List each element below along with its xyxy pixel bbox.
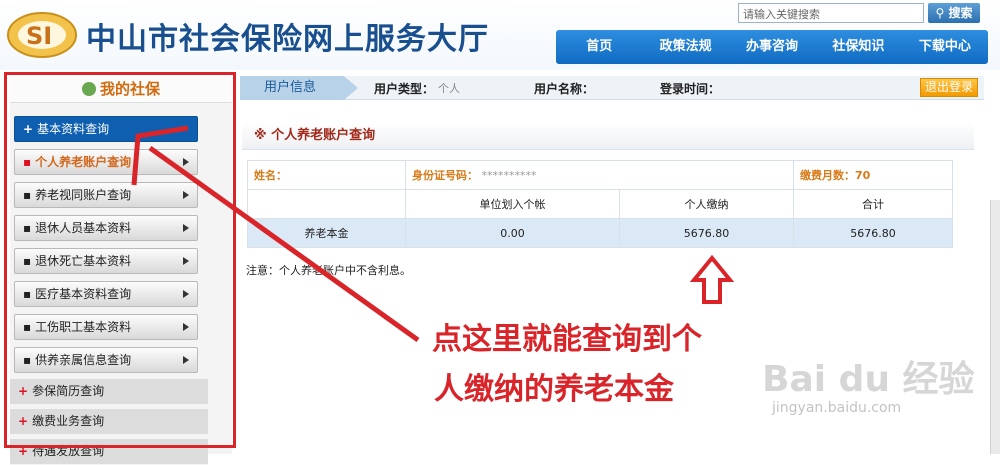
column-header: 个人缴纳 xyxy=(619,189,794,219)
nav-knowledge[interactable]: 社保知识 xyxy=(815,30,901,64)
scrollbar[interactable] xyxy=(990,200,1000,454)
account-note: 注意：个人养老账户中不含利息。 xyxy=(246,264,411,277)
months-cell: 缴费月数：70 xyxy=(793,160,953,190)
column-header xyxy=(247,189,406,219)
site-title: 中山市社会保险网上服务大厅 xyxy=(86,22,489,57)
search-input[interactable]: 请输入关键搜索 xyxy=(738,3,924,23)
row-label: 养老本金 xyxy=(247,218,406,248)
login-time-label: 登录时间： xyxy=(660,82,721,96)
tab-user-info[interactable]: 用户信息 xyxy=(240,76,358,100)
column-header: 合计 xyxy=(793,189,953,219)
watermark-brand: Bai du 经验 xyxy=(762,359,975,400)
svg-text:SI: SI xyxy=(26,22,52,50)
name-cell: 姓名： xyxy=(247,160,406,190)
user-info-bar: 用户信息 用户类型： 个人 用户名称： 登录时间： 退出登录 xyxy=(240,76,984,100)
pension-account-table: 姓名： 身份证号码： ********** 缴费月数：70 单位划入个帐 个人缴… xyxy=(247,160,953,248)
logout-button[interactable]: 退出登录 xyxy=(920,78,978,97)
nav-policy[interactable]: 政策法规 xyxy=(642,30,728,64)
unit-contribution-cell: 0.00 xyxy=(405,218,620,248)
personal-contribution-cell: 5676.80 xyxy=(619,218,794,248)
table-row: 姓名： 身份证号码： ********** 缴费月数：70 xyxy=(247,160,953,190)
nav-consult[interactable]: 办事咨询 xyxy=(729,30,815,64)
watermark-url: jingyan.baidu.com xyxy=(772,400,902,416)
page-title: ※ 个人养老账户查询 xyxy=(242,122,974,150)
user-type-label: 用户类型： xyxy=(374,82,435,96)
nav-home[interactable]: 首页 xyxy=(556,30,642,64)
annotation-text-line1: 点这里就能查询到个 xyxy=(432,322,702,357)
social-insurance-logo: SI xyxy=(7,12,77,58)
search-icon: ⚲ xyxy=(935,6,945,20)
user-type-value: 个人 xyxy=(438,82,460,95)
table-row: 养老本金 0.00 5676.80 5676.80 xyxy=(247,218,953,248)
column-header: 单位划入个帐 xyxy=(405,189,620,219)
main-nav: 首页 政策法规 办事咨询 社保知识 下载中心 xyxy=(556,30,988,64)
annotation-text-line2: 人缴纳的养老本金 xyxy=(434,372,674,407)
annotation-frame xyxy=(4,72,236,448)
search-button[interactable]: ⚲ 搜索 xyxy=(928,3,980,23)
nav-download[interactable]: 下载中心 xyxy=(902,30,988,64)
table-header-row: 单位划入个帐 个人缴纳 合计 xyxy=(247,189,953,219)
site-header: SI 中山市社会保险网上服务大厅 请输入关键搜索 ⚲ 搜索 首页 政策法规 办事… xyxy=(0,0,1000,70)
total-cell: 5676.80 xyxy=(793,218,953,248)
user-name-label: 用户名称： xyxy=(534,82,595,96)
id-cell: 身份证号码： ********** xyxy=(405,160,794,190)
